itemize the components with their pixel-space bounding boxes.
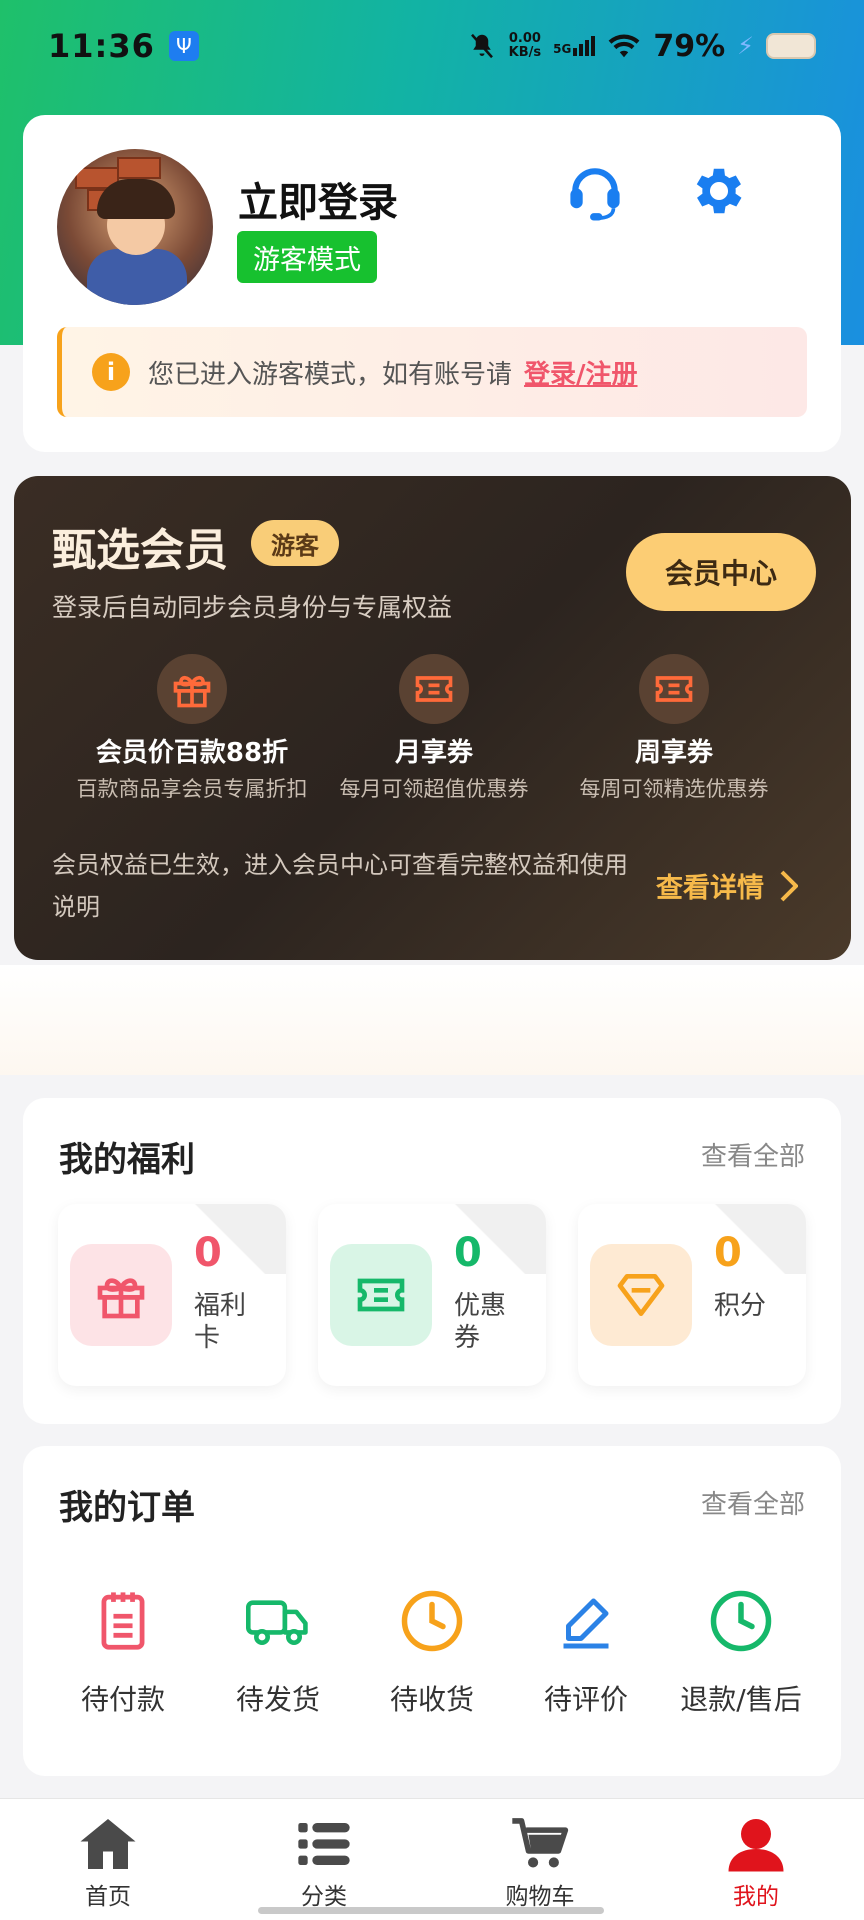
welfare-view-all[interactable]: 查看全部	[701, 1136, 805, 1173]
status-time: 11:36	[48, 27, 155, 65]
points-item-card[interactable]: 0 积分	[578, 1204, 806, 1386]
status-bar: 11:36 Ψ 0.00 KB/s 5G 79% ⚡	[0, 0, 864, 92]
order-label: 待收货	[389, 1683, 474, 1716]
charging-icon: ⚡	[737, 32, 754, 60]
order-refund-aftersale[interactable]: 退款/售后	[666, 1586, 816, 1718]
notice-text: 您已进入游客模式，如有账号请	[148, 359, 513, 390]
clock-icon	[397, 1586, 467, 1656]
info-icon: i	[92, 353, 130, 391]
orders-view-all[interactable]: 查看全部	[701, 1484, 805, 1521]
benefit-desc: 百款商品享会员专属折扣	[76, 777, 308, 801]
benefit-name: 周享券	[634, 738, 713, 768]
home-indicator[interactable]	[258, 1907, 604, 1914]
nav-cart[interactable]: 购物车	[460, 1813, 620, 1911]
orders-card: 我的订单 查看全部 待付款 待发货 待收货 待评价 退款/售后	[23, 1446, 841, 1776]
login-register-link[interactable]: 登录/注册	[524, 354, 638, 391]
welfare-card-count: 0	[194, 1230, 222, 1276]
member-title: 甄选会员	[52, 525, 228, 576]
login-title[interactable]: 立即登录	[238, 170, 398, 228]
member-center-button[interactable]: 会员中心	[626, 533, 816, 611]
welfare-title: 我的福利	[59, 1140, 195, 1180]
order-pending-review[interactable]: 待评价	[511, 1586, 661, 1718]
gift-icon	[157, 654, 227, 724]
order-label: 待评价	[543, 1683, 628, 1716]
benefit-name: 会员价百款88折	[95, 738, 289, 768]
coupon-label: 优惠券	[454, 1291, 507, 1353]
benefit-item[interactable]: 会员价百款88折 百款商品享会员专属折扣	[62, 654, 322, 803]
clock-icon	[706, 1586, 776, 1656]
ticket-icon	[639, 654, 709, 724]
pen-icon	[551, 1586, 621, 1656]
nav-label: 我的	[733, 1884, 779, 1910]
guest-mode-badge: 游客模式	[237, 231, 377, 283]
view-details-label: 查看详情	[656, 873, 764, 904]
order-label: 待发货	[235, 1683, 320, 1716]
welfare-card: 我的福利 查看全部 0 福利卡 0 优惠券 0 积分	[23, 1098, 841, 1424]
order-label: 退款/售后	[680, 1683, 802, 1716]
guest-notice: i 您已进入游客模式，如有账号请 登录/注册	[57, 327, 807, 417]
signal-icon: 5G	[553, 36, 596, 56]
ticket-icon	[399, 654, 469, 724]
nav-label: 分类	[301, 1884, 347, 1910]
diamond-icon	[590, 1244, 692, 1346]
order-pending-shipment[interactable]: 待发货	[203, 1586, 353, 1718]
list-icon	[289, 1813, 359, 1875]
avatar[interactable]	[57, 149, 213, 305]
settings-button[interactable]	[683, 155, 755, 227]
headset-icon	[570, 168, 620, 221]
nav-label: 首页	[85, 1884, 131, 1910]
benefit-desc: 每周可领精选优惠券	[579, 777, 769, 801]
member-footer-text: 会员权益已生效，进入会员中心可查看完整权益和使用说明	[52, 851, 628, 921]
clipboard-icon	[88, 1586, 158, 1656]
view-details-link[interactable]: 查看详情	[656, 866, 798, 905]
cart-icon	[505, 1813, 575, 1875]
points-label: 积分	[714, 1291, 767, 1321]
profile-card: 立即登录 游客模式 i 您已进入游客模式，如有账号请 登录/注册	[23, 115, 841, 452]
member-subtitle: 登录后自动同步会员身份与专属权益	[52, 593, 453, 622]
mute-bell-icon	[470, 33, 493, 59]
benefit-desc: 每月可领超值优惠券	[339, 777, 529, 801]
customer-service-button[interactable]	[559, 155, 631, 227]
usb-icon: Ψ	[168, 31, 199, 61]
points-count: 0	[714, 1230, 742, 1276]
truck-icon	[243, 1586, 313, 1656]
member-card: 甄选会员 游客 登录后自动同步会员身份与专属权益 会员中心 会员价百款88折 百…	[14, 476, 851, 960]
wifi-icon	[608, 34, 640, 58]
benefit-item[interactable]: 月享券 每月可领超值优惠券	[304, 654, 564, 803]
order-pending-payment[interactable]: 待付款	[48, 1586, 198, 1718]
nav-home[interactable]: 首页	[28, 1813, 188, 1911]
coupon-count: 0	[454, 1230, 482, 1276]
member-status-tag: 游客	[251, 520, 339, 566]
gear-icon	[696, 168, 742, 214]
nav-category[interactable]: 分类	[244, 1813, 404, 1911]
status-indicators: 0.00 KB/s 5G 79% ⚡	[467, 29, 816, 64]
net-speed-unit: KB/s	[508, 45, 542, 60]
net-speed-value: 0.00	[508, 31, 541, 46]
battery-icon	[766, 33, 816, 59]
orders-title: 我的订单	[59, 1488, 195, 1528]
benefit-name: 月享券	[394, 738, 473, 768]
gift-icon	[70, 1244, 172, 1346]
user-icon	[721, 1813, 791, 1875]
nav-mine[interactable]: 我的	[676, 1813, 836, 1911]
chevron-right-icon	[780, 870, 798, 901]
benefit-item[interactable]: 周享券 每周可领精选优惠券	[544, 654, 804, 803]
home-icon	[73, 1813, 143, 1875]
network-type: 5G	[553, 42, 572, 56]
spacer-banner	[0, 965, 864, 1075]
nav-label: 购物车	[505, 1884, 575, 1910]
coupon-item-card[interactable]: 0 优惠券	[318, 1204, 546, 1386]
bottom-nav: 首页 分类 购物车 我的	[0, 1798, 864, 1920]
ticket-icon	[330, 1244, 432, 1346]
welfare-item-card[interactable]: 0 福利卡	[58, 1204, 286, 1386]
net-speed: 0.00 KB/s	[509, 32, 541, 60]
battery-percent: 79%	[653, 28, 726, 64]
order-label: 待付款	[80, 1683, 165, 1716]
order-pending-receipt[interactable]: 待收货	[357, 1586, 507, 1718]
welfare-card-label: 福利卡	[194, 1291, 247, 1353]
